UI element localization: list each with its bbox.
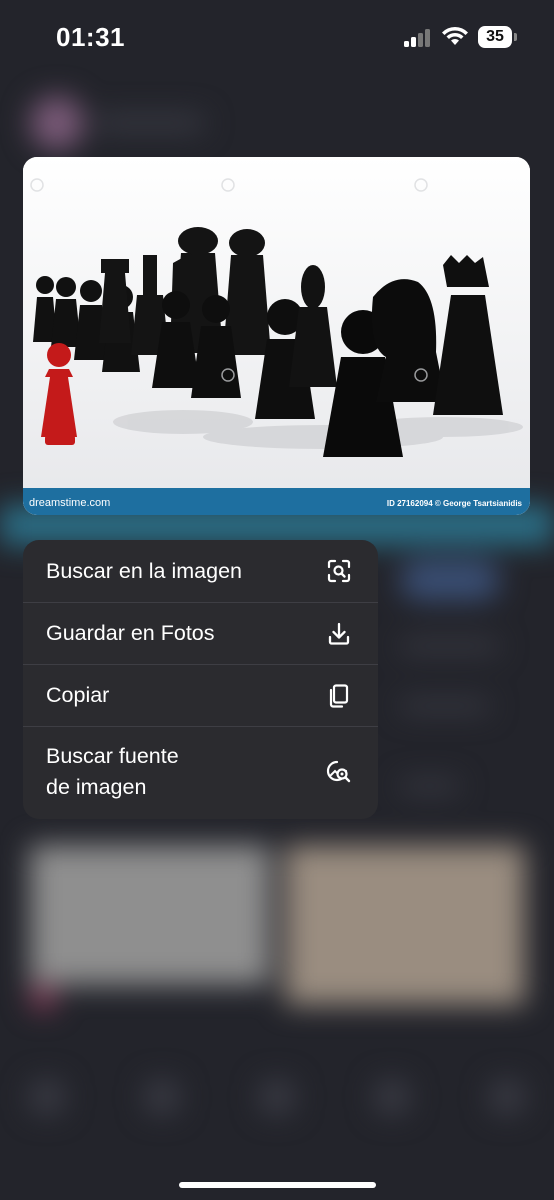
cellular-signal-icon: [404, 27, 434, 47]
battery-cap: [514, 33, 517, 41]
menu-item-label: Copiar: [46, 683, 110, 707]
home-indicator[interactable]: [179, 1182, 376, 1188]
menu-item-label: Buscar fuente de imagen: [46, 744, 179, 799]
background-avatar: [30, 985, 56, 1011]
background-tab: [145, 1080, 179, 1114]
menu-item-label: Guardar en Fotos: [46, 621, 215, 645]
background-text: [95, 115, 205, 131]
background-button: [400, 560, 500, 600]
background-tab: [260, 1080, 294, 1114]
background-thumbnail: [30, 845, 270, 985]
status-time: 01:31: [56, 22, 125, 52]
background-tab: [30, 1080, 64, 1114]
background-text: [400, 700, 490, 712]
menu-item-search-in-image[interactable]: Buscar en la imagen: [23, 540, 378, 602]
image-search-icon: [326, 760, 351, 783]
camera-search-icon: [327, 559, 351, 583]
background-text: [400, 640, 500, 652]
menu-item-label: Buscar en la imagen: [46, 558, 242, 583]
menu-item-copy[interactable]: Copiar: [23, 664, 378, 726]
wifi-icon: [442, 26, 468, 45]
copy-icon: [329, 683, 349, 708]
chess-pieces-image: [23, 157, 530, 515]
background-thumbnail: [285, 845, 525, 1005]
watermark-id: ID 27162094 © George Tsartsianidis: [386, 499, 522, 508]
menu-item-save-to-photos[interactable]: Guardar en Fotos: [23, 602, 378, 664]
avatar: [30, 96, 84, 150]
background-text: [400, 780, 460, 792]
watermark-brand: dreamstime.com: [29, 497, 111, 509]
menu-item-search-image-source[interactable]: Buscar fuente de imagen: [23, 726, 378, 817]
battery-icon: 35: [478, 26, 512, 48]
status-bar: 01:31 35: [0, 0, 554, 74]
background-tab: [375, 1080, 409, 1114]
context-menu: Buscar en la imagen Guardar en Fotos Cop…: [23, 540, 378, 819]
background-tab: [490, 1080, 524, 1114]
download-icon: [328, 622, 350, 645]
watermark-bar: dreamstime.com ID 27162094 © George Tsar…: [23, 488, 530, 515]
image-preview[interactable]: dreamstime.com ID 27162094 © George Tsar…: [23, 157, 530, 515]
